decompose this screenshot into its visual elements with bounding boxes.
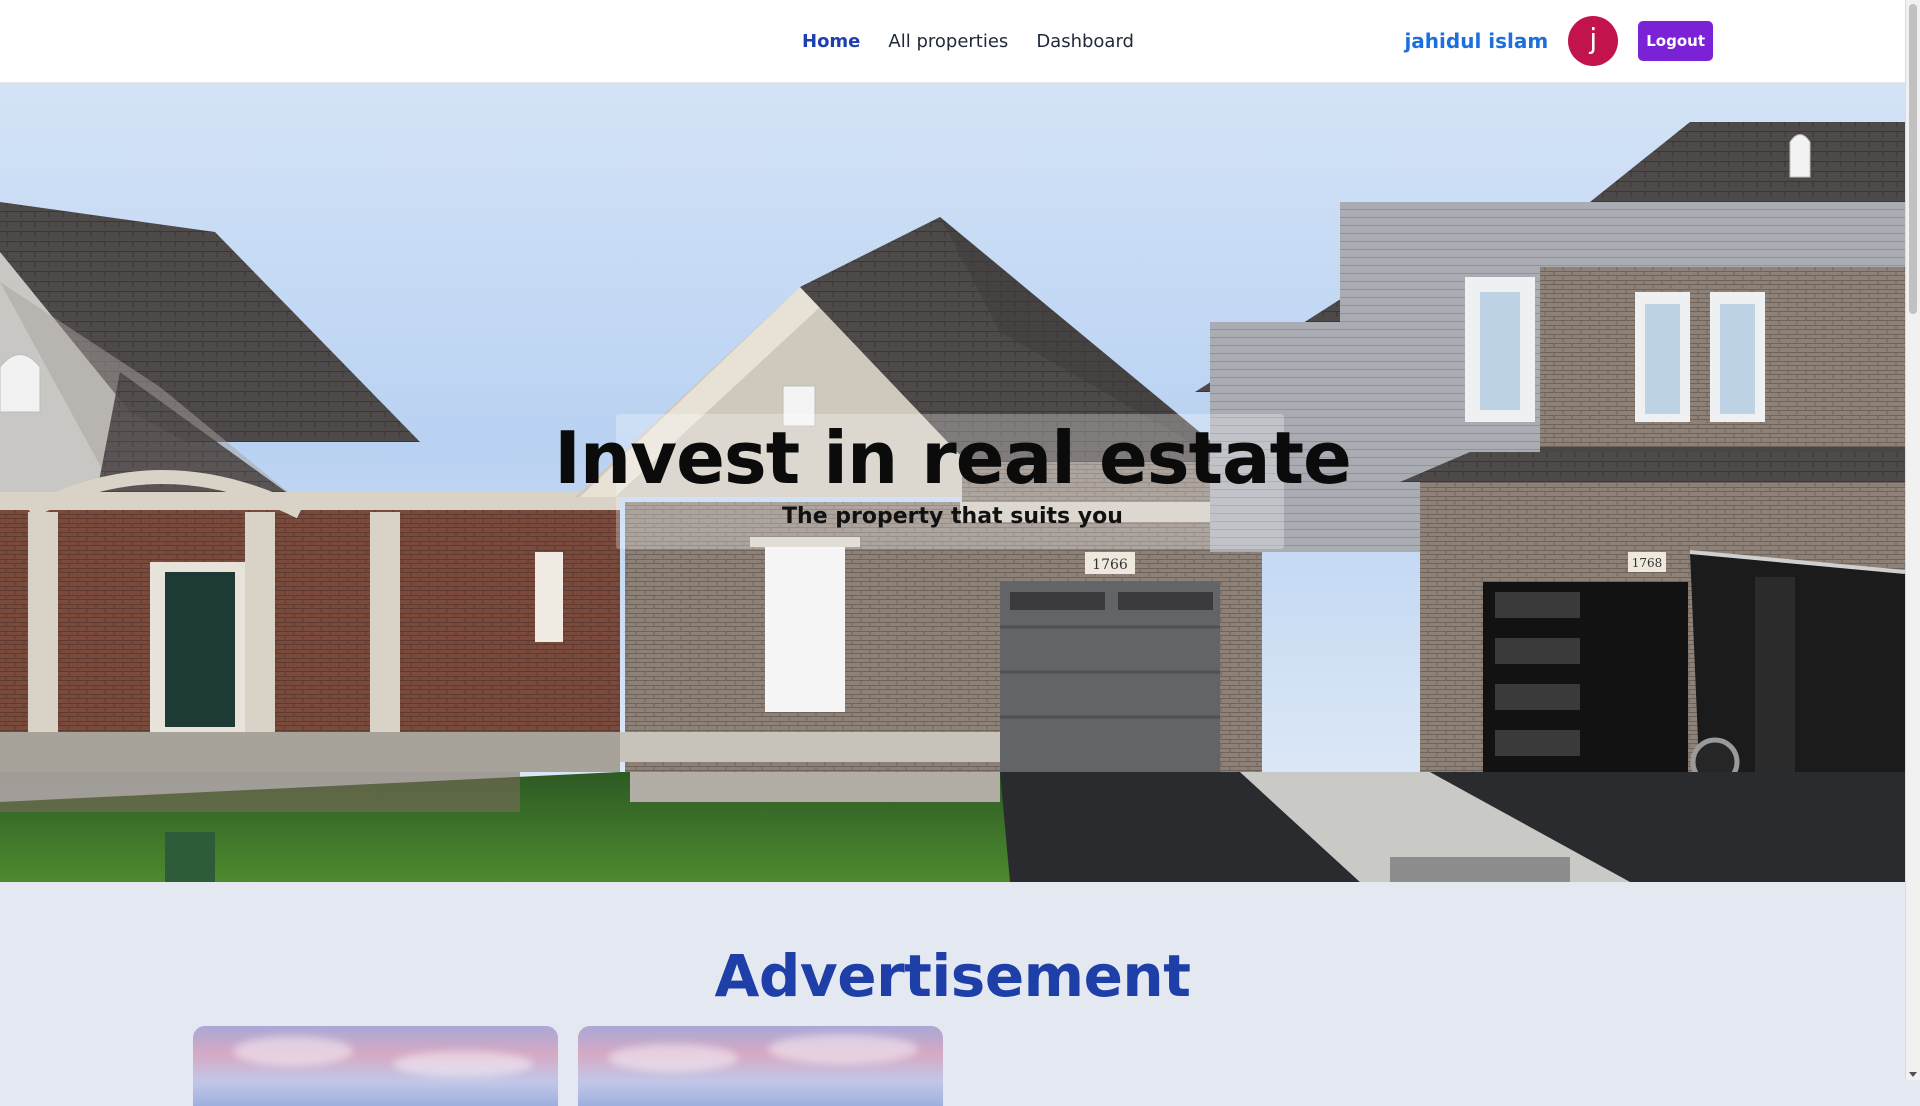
avatar[interactable]: j — [1568, 16, 1619, 66]
scroll-down-arrow-icon[interactable] — [1909, 1072, 1917, 1077]
user-name: jahidul islam — [1404, 29, 1549, 53]
nav-link-home[interactable]: Home — [802, 31, 860, 52]
house-number-right: 1768 — [1632, 556, 1663, 570]
user-area: jahidul islam j Logout — [1404, 0, 1713, 82]
nav-link-dashboard[interactable]: Dashboard — [1036, 31, 1134, 52]
scrollbar-thumb[interactable] — [1909, 4, 1917, 314]
advertisement-heading: Advertisement — [714, 942, 1191, 1010]
page-scrollbar[interactable] — [1905, 0, 1920, 1080]
house-number-left: 1766 — [1092, 557, 1128, 573]
advertisement-card[interactable] — [193, 1026, 558, 1106]
hero-subtitle: The property that suits you — [782, 504, 1123, 529]
logout-button[interactable]: Logout — [1638, 21, 1713, 61]
advertisement-card[interactable] — [578, 1026, 943, 1106]
hero-banner: 1766 1768 Invest in real estate The prop… — [0, 82, 1905, 882]
nav-link-all-properties[interactable]: All properties — [888, 31, 1008, 52]
main-nav: Home All properties Dashboard — [802, 0, 1134, 82]
navbar: Home All properties Dashboard jahidul is… — [0, 0, 1905, 83]
hero-title: Invest in real estate — [554, 416, 1352, 500]
